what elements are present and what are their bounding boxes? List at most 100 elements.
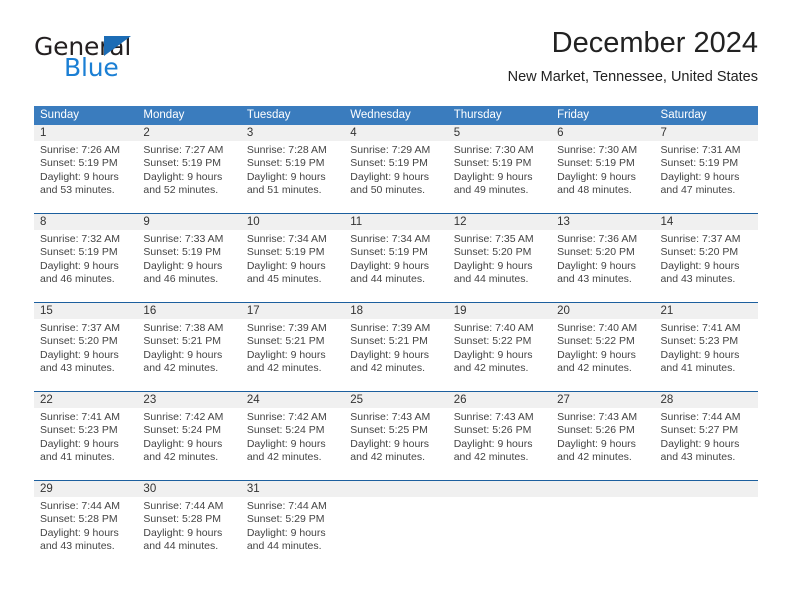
day-cell[interactable]: Sunrise: 7:41 AM Sunset: 5:23 PM Daylight:… bbox=[655, 319, 758, 391]
day-cell[interactable]: Sunrise: 7:29 AM Sunset: 5:19 PM Daylight:… bbox=[344, 141, 447, 213]
day-number[interactable]: 27 bbox=[551, 392, 654, 408]
day-cell[interactable]: Sunrise: 7:43 AM Sunset: 5:26 PM Daylight:… bbox=[448, 408, 551, 480]
day-cell[interactable]: Sunrise: 7:28 AM Sunset: 5:19 PM Daylight:… bbox=[241, 141, 344, 213]
day-number[interactable]: 22 bbox=[34, 392, 137, 408]
day-sunset-text: Sunset: 5:20 PM bbox=[557, 246, 635, 259]
day-daylight1-text: Daylight: 9 hours bbox=[660, 348, 740, 361]
day-sunrise-text: Sunrise: 7:27 AM bbox=[143, 144, 224, 156]
week-day-detail-band: Sunrise: 7:32 AM Sunset: 5:19 PM Daylight:… bbox=[34, 230, 758, 302]
day-cell[interactable]: Sunrise: 7:42 AM Sunset: 5:24 PM Daylight:… bbox=[137, 408, 240, 480]
day-number[interactable]: 23 bbox=[137, 392, 240, 408]
day-sunrise-text: Sunrise: 7:39 AM bbox=[350, 322, 431, 334]
day-number[interactable]: 19 bbox=[448, 303, 551, 319]
title-block: December 2024 New Market, Tennessee, Uni… bbox=[508, 26, 758, 86]
day-number[interactable]: 30 bbox=[137, 481, 240, 497]
day-number[interactable]: 28 bbox=[655, 392, 758, 408]
day-sunrise-text: Sunrise: 7:43 AM bbox=[557, 411, 638, 423]
day-number[interactable]: 3 bbox=[241, 125, 344, 141]
day-number[interactable]: 1 bbox=[34, 125, 137, 141]
day-cell[interactable]: Sunrise: 7:43 AM Sunset: 5:25 PM Daylight:… bbox=[344, 408, 447, 480]
day-daylight1-text: Daylight: 9 hours bbox=[143, 437, 223, 450]
day-sunrise-text: Sunrise: 7:26 AM bbox=[40, 144, 120, 156]
day-number[interactable]: 14 bbox=[655, 214, 758, 230]
day-cell[interactable]: Sunrise: 7:43 AM Sunset: 5:26 PM Daylight:… bbox=[551, 408, 654, 480]
day-cell[interactable]: Sunrise: 7:30 AM Sunset: 5:19 PM Daylight:… bbox=[551, 141, 654, 213]
day-number[interactable]: 21 bbox=[655, 303, 758, 319]
day-cell[interactable]: Sunrise: 7:32 AM Sunset: 5:19 PM Daylight:… bbox=[34, 230, 137, 302]
day-number[interactable]: 29 bbox=[34, 481, 137, 497]
day-number[interactable]: 17 bbox=[241, 303, 344, 319]
day-cell[interactable]: Sunrise: 7:30 AM Sunset: 5:19 PM Daylight:… bbox=[448, 141, 551, 213]
day-cell[interactable]: Sunrise: 7:44 AM Sunset: 5:29 PM Daylight:… bbox=[241, 497, 344, 569]
day-cell bbox=[344, 497, 447, 569]
day-cell[interactable]: Sunrise: 7:44 AM Sunset: 5:28 PM Daylight:… bbox=[34, 497, 137, 569]
day-daylight2-text: and 52 minutes. bbox=[143, 184, 219, 197]
day-cell[interactable]: Sunrise: 7:37 AM Sunset: 5:20 PM Daylight:… bbox=[34, 319, 137, 391]
day-cell[interactable]: Sunrise: 7:36 AM Sunset: 5:20 PM Daylight:… bbox=[551, 230, 654, 302]
day-number[interactable]: 8 bbox=[34, 214, 137, 230]
day-number[interactable]: 12 bbox=[448, 214, 551, 230]
day-cell[interactable]: Sunrise: 7:33 AM Sunset: 5:19 PM Daylight:… bbox=[137, 230, 240, 302]
day-number[interactable]: 25 bbox=[344, 392, 447, 408]
day-number[interactable]: 11 bbox=[344, 214, 447, 230]
day-number[interactable]: 4 bbox=[344, 125, 447, 141]
day-number[interactable]: 10 bbox=[241, 214, 344, 230]
day-sunset-text: Sunset: 5:19 PM bbox=[350, 246, 428, 259]
calendar-weeks: 1 2 3 4 5 6 7 Sunrise: 7:26 AM Sunset: 5:19 PM Da… bbox=[34, 125, 758, 569]
day-cell[interactable]: Sunrise: 7:26 AM Sunset: 5:19 PM Daylight:… bbox=[34, 141, 137, 213]
day-daylight1-text: Daylight: 9 hours bbox=[143, 526, 223, 539]
day-number[interactable]: 18 bbox=[344, 303, 447, 319]
day-cell[interactable]: Sunrise: 7:34 AM Sunset: 5:19 PM Daylight:… bbox=[344, 230, 447, 302]
day-daylight2-text: and 44 minutes. bbox=[350, 273, 425, 286]
day-sunrise-text: Sunrise: 7:39 AM bbox=[246, 322, 327, 334]
day-number[interactable]: 20 bbox=[551, 303, 654, 319]
day-cell[interactable]: Sunrise: 7:38 AM Sunset: 5:21 PM Daylight:… bbox=[137, 319, 240, 391]
day-sunset-text: Sunset: 5:19 PM bbox=[350, 157, 428, 170]
day-cell[interactable]: Sunrise: 7:35 AM Sunset: 5:20 PM Daylight:… bbox=[448, 230, 551, 302]
day-cell bbox=[551, 497, 654, 569]
day-cell[interactable]: Sunrise: 7:39 AM Sunset: 5:21 PM Daylight:… bbox=[344, 319, 447, 391]
day-header-wednesday: Wednesday bbox=[350, 109, 411, 121]
day-daylight1-text: Daylight: 9 hours bbox=[40, 437, 119, 450]
day-sunset-text: Sunset: 5:23 PM bbox=[660, 335, 739, 348]
day-daylight1-text: Daylight: 9 hours bbox=[350, 170, 430, 183]
day-daylight1-text: Daylight: 9 hours bbox=[660, 170, 740, 183]
day-number[interactable]: 2 bbox=[137, 125, 240, 141]
day-sunrise-text: Sunrise: 7:44 AM bbox=[246, 500, 327, 512]
day-cell[interactable]: Sunrise: 7:27 AM Sunset: 5:19 PM Daylight:… bbox=[137, 141, 240, 213]
day-number[interactable]: 16 bbox=[137, 303, 240, 319]
day-sunrise-text: Sunrise: 7:42 AM bbox=[143, 411, 224, 423]
general-blue-logo[interactable]: General Blue bbox=[34, 26, 264, 86]
day-number[interactable]: 31 bbox=[241, 481, 344, 497]
day-sunset-text: Sunset: 5:19 PM bbox=[453, 157, 532, 170]
day-number[interactable]: 13 bbox=[551, 214, 654, 230]
day-cell[interactable]: Sunrise: 7:37 AM Sunset: 5:20 PM Daylight:… bbox=[655, 230, 758, 302]
day-number[interactable]: 15 bbox=[34, 303, 137, 319]
day-number[interactable]: 5 bbox=[448, 125, 551, 141]
page-header: General Blue December 2024 New Market, T… bbox=[34, 26, 758, 98]
day-number[interactable]: 6 bbox=[551, 125, 654, 141]
day-number[interactable]: 7 bbox=[655, 125, 758, 141]
day-cell[interactable]: Sunrise: 7:40 AM Sunset: 5:22 PM Daylight:… bbox=[448, 319, 551, 391]
day-sunset-text: Sunset: 5:27 PM bbox=[660, 424, 739, 437]
day-number[interactable]: 26 bbox=[448, 392, 551, 408]
day-cell[interactable]: Sunrise: 7:42 AM Sunset: 5:24 PM Daylight:… bbox=[241, 408, 344, 480]
day-number[interactable]: 9 bbox=[137, 214, 240, 230]
day-number[interactable]: 24 bbox=[241, 392, 344, 408]
day-sunset-text: Sunset: 5:19 PM bbox=[246, 246, 325, 259]
day-sunrise-text: Sunrise: 7:35 AM bbox=[453, 233, 534, 245]
day-cell[interactable]: Sunrise: 7:44 AM Sunset: 5:27 PM Daylight:… bbox=[655, 408, 758, 480]
day-daylight2-text: and 43 minutes. bbox=[40, 540, 115, 553]
day-cell[interactable]: Sunrise: 7:40 AM Sunset: 5:22 PM Daylight:… bbox=[551, 319, 654, 391]
day-cell[interactable]: Sunrise: 7:34 AM Sunset: 5:19 PM Daylight:… bbox=[241, 230, 344, 302]
day-cell[interactable]: Sunrise: 7:41 AM Sunset: 5:23 PM Daylight:… bbox=[34, 408, 137, 480]
day-sunrise-text: Sunrise: 7:44 AM bbox=[40, 500, 120, 512]
day-daylight2-text: and 42 minutes. bbox=[246, 451, 322, 464]
day-sunrise-text: Sunrise: 7:33 AM bbox=[143, 233, 224, 245]
day-cell[interactable]: Sunrise: 7:44 AM Sunset: 5:28 PM Daylight:… bbox=[137, 497, 240, 569]
day-cell[interactable]: Sunrise: 7:39 AM Sunset: 5:21 PM Daylight:… bbox=[241, 319, 344, 391]
day-cell bbox=[448, 497, 551, 569]
day-header-thursday: Thursday bbox=[453, 109, 502, 121]
day-daylight1-text: Daylight: 9 hours bbox=[557, 348, 636, 361]
day-cell[interactable]: Sunrise: 7:31 AM Sunset: 5:19 PM Daylight:… bbox=[655, 141, 758, 213]
